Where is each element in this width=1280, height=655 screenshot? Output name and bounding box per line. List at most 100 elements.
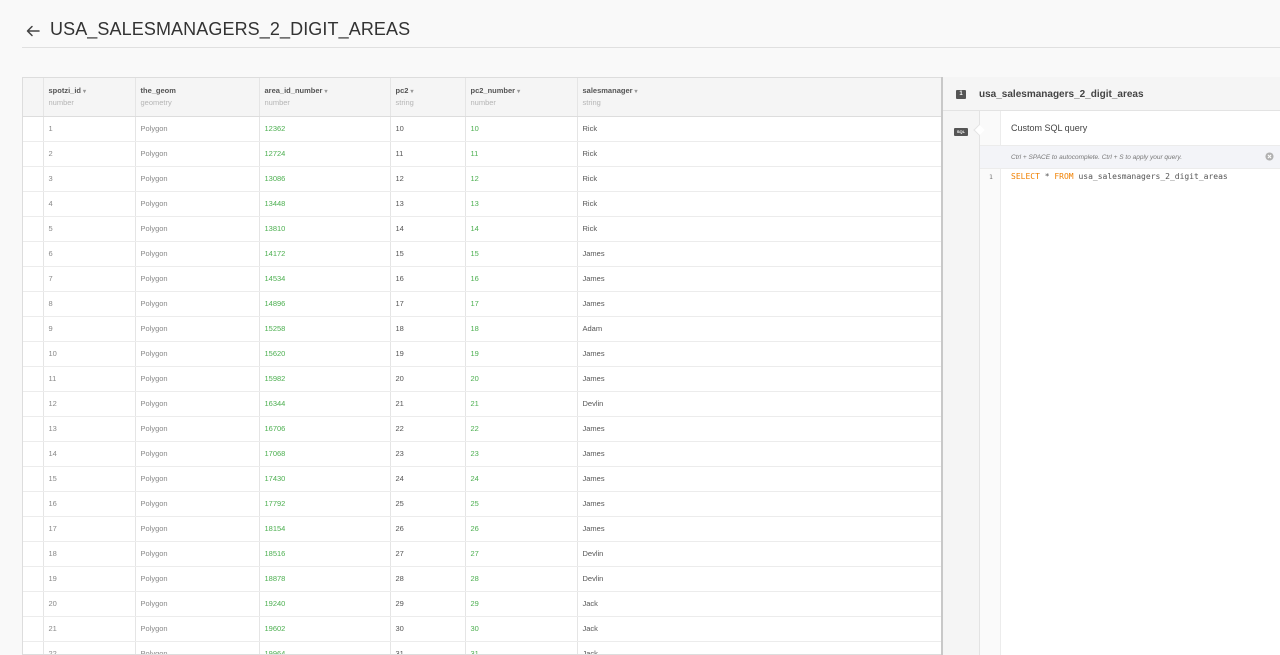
cell-salesmanager[interactable]: James [577, 291, 941, 317]
cell-area_id_number[interactable]: 15258 [259, 316, 391, 342]
column-header-spotzi_id[interactable]: spotzi_id ▾ number [43, 78, 136, 117]
cell-spotzi_id[interactable]: 11 [43, 366, 136, 392]
cell-area_id_number[interactable]: 14534 [259, 266, 391, 292]
cell-area_id_number[interactable]: 17068 [259, 441, 391, 467]
sort-caret-icon[interactable]: ▾ [83, 89, 86, 95]
cell-spotzi_id[interactable]: 14 [43, 441, 136, 467]
cell-pc2[interactable]: 13 [390, 191, 466, 217]
cell-area_id_number[interactable]: 13448 [259, 191, 391, 217]
cell-pc2_number[interactable]: 31 [465, 641, 578, 654]
row-selector[interactable] [23, 316, 44, 342]
column-header-the_geom[interactable]: the_geom geometry [135, 78, 260, 117]
cell-area_id_number[interactable]: 13810 [259, 216, 391, 242]
cell-pc2_number[interactable]: 28 [465, 566, 578, 592]
cell-pc2_number[interactable]: 24 [465, 466, 578, 492]
cell-pc2[interactable]: 25 [390, 491, 466, 517]
cell-salesmanager[interactable]: James [577, 366, 941, 392]
cell-pc2[interactable]: 26 [390, 516, 466, 542]
cell-pc2[interactable]: 12 [390, 166, 466, 192]
cell-salesmanager[interactable]: James [577, 416, 941, 442]
cell-pc2_number[interactable]: 18 [465, 316, 578, 342]
cell-area_id_number[interactable]: 12724 [259, 141, 391, 167]
cell-the_geom[interactable]: Polygon [135, 491, 260, 517]
table-row[interactable]: 2 Polygon 12724 11 11 Rick [23, 141, 941, 167]
cell-spotzi_id[interactable]: 19 [43, 566, 136, 592]
cell-the_geom[interactable]: Polygon [135, 416, 260, 442]
cell-the_geom[interactable]: Polygon [135, 341, 260, 367]
cell-salesmanager[interactable]: Jack [577, 591, 941, 617]
cell-spotzi_id[interactable]: 22 [43, 641, 136, 654]
cell-the_geom[interactable]: Polygon [135, 366, 260, 392]
cell-pc2_number[interactable]: 19 [465, 341, 578, 367]
cell-pc2_number[interactable]: 16 [465, 266, 578, 292]
row-selector[interactable] [23, 191, 44, 217]
cell-salesmanager[interactable]: Adam [577, 316, 941, 342]
cell-salesmanager[interactable]: James [577, 341, 941, 367]
cell-salesmanager[interactable]: Rick [577, 141, 941, 167]
cell-pc2_number[interactable]: 25 [465, 491, 578, 517]
cell-the_geom[interactable]: Polygon [135, 241, 260, 267]
cell-spotzi_id[interactable]: 12 [43, 391, 136, 417]
cell-area_id_number[interactable]: 14172 [259, 241, 391, 267]
table-row[interactable]: 15 Polygon 17430 24 24 James [23, 466, 941, 492]
table-row[interactable]: 10 Polygon 15620 19 19 James [23, 341, 941, 367]
row-selector[interactable] [23, 141, 44, 167]
cell-area_id_number[interactable]: 15620 [259, 341, 391, 367]
cell-salesmanager[interactable]: James [577, 491, 941, 517]
cell-pc2_number[interactable]: 22 [465, 416, 578, 442]
row-selector[interactable] [23, 441, 44, 467]
sort-caret-icon[interactable]: ▾ [324, 89, 327, 95]
close-icon[interactable] [1265, 152, 1274, 161]
cell-the_geom[interactable]: Polygon [135, 191, 260, 217]
table-row[interactable]: 1 Polygon 12362 10 10 Rick [23, 116, 941, 142]
cell-spotzi_id[interactable]: 3 [43, 166, 136, 192]
cell-salesmanager[interactable]: Rick [577, 116, 941, 142]
cell-pc2_number[interactable]: 26 [465, 516, 578, 542]
cell-pc2_number[interactable]: 11 [465, 141, 578, 167]
row-selector[interactable] [23, 541, 44, 567]
cell-pc2_number[interactable]: 14 [465, 216, 578, 242]
cell-the_geom[interactable]: Polygon [135, 316, 260, 342]
cell-pc2[interactable]: 15 [390, 241, 466, 267]
cell-pc2_number[interactable]: 20 [465, 366, 578, 392]
cell-salesmanager[interactable]: James [577, 441, 941, 467]
cell-spotzi_id[interactable]: 4 [43, 191, 136, 217]
table-row[interactable]: 17 Polygon 18154 26 26 James [23, 516, 941, 542]
cell-the_geom[interactable]: Polygon [135, 566, 260, 592]
row-selector[interactable] [23, 366, 44, 392]
row-selector[interactable] [23, 491, 44, 517]
cell-spotzi_id[interactable]: 15 [43, 466, 136, 492]
cell-salesmanager[interactable]: Jack [577, 616, 941, 642]
row-selector[interactable] [23, 391, 44, 417]
row-selector[interactable] [23, 516, 44, 542]
cell-pc2[interactable]: 10 [390, 116, 466, 142]
cell-pc2[interactable]: 11 [390, 141, 466, 167]
cell-pc2[interactable]: 14 [390, 216, 466, 242]
cell-area_id_number[interactable]: 19602 [259, 616, 391, 642]
cell-the_geom[interactable]: Polygon [135, 266, 260, 292]
cell-pc2[interactable]: 30 [390, 616, 466, 642]
cell-spotzi_id[interactable]: 17 [43, 516, 136, 542]
cell-the_geom[interactable]: Polygon [135, 116, 260, 142]
cell-the_geom[interactable]: Polygon [135, 541, 260, 567]
cell-pc2[interactable]: 27 [390, 541, 466, 567]
cell-area_id_number[interactable]: 18516 [259, 541, 391, 567]
cell-area_id_number[interactable]: 16344 [259, 391, 391, 417]
table-row[interactable]: 6 Polygon 14172 15 15 James [23, 241, 941, 267]
column-header-area_id_number[interactable]: area_id_number ▾ number [259, 78, 391, 117]
row-selector[interactable] [23, 341, 44, 367]
cell-spotzi_id[interactable]: 18 [43, 541, 136, 567]
row-selector[interactable] [23, 616, 44, 642]
sort-caret-icon[interactable]: ▾ [517, 89, 520, 95]
cell-pc2_number[interactable]: 15 [465, 241, 578, 267]
table-row[interactable]: 12 Polygon 16344 21 21 Devlin [23, 391, 941, 417]
cell-salesmanager[interactable]: Rick [577, 191, 941, 217]
table-row[interactable]: 8 Polygon 14896 17 17 James [23, 291, 941, 317]
cell-area_id_number[interactable]: 13086 [259, 166, 391, 192]
cell-pc2_number[interactable]: 17 [465, 291, 578, 317]
row-selector[interactable] [23, 591, 44, 617]
cell-spotzi_id[interactable]: 20 [43, 591, 136, 617]
row-selector[interactable] [23, 641, 44, 654]
table-row[interactable]: 19 Polygon 18878 28 28 Devlin [23, 566, 941, 592]
table-row[interactable]: 18 Polygon 18516 27 27 Devlin [23, 541, 941, 567]
